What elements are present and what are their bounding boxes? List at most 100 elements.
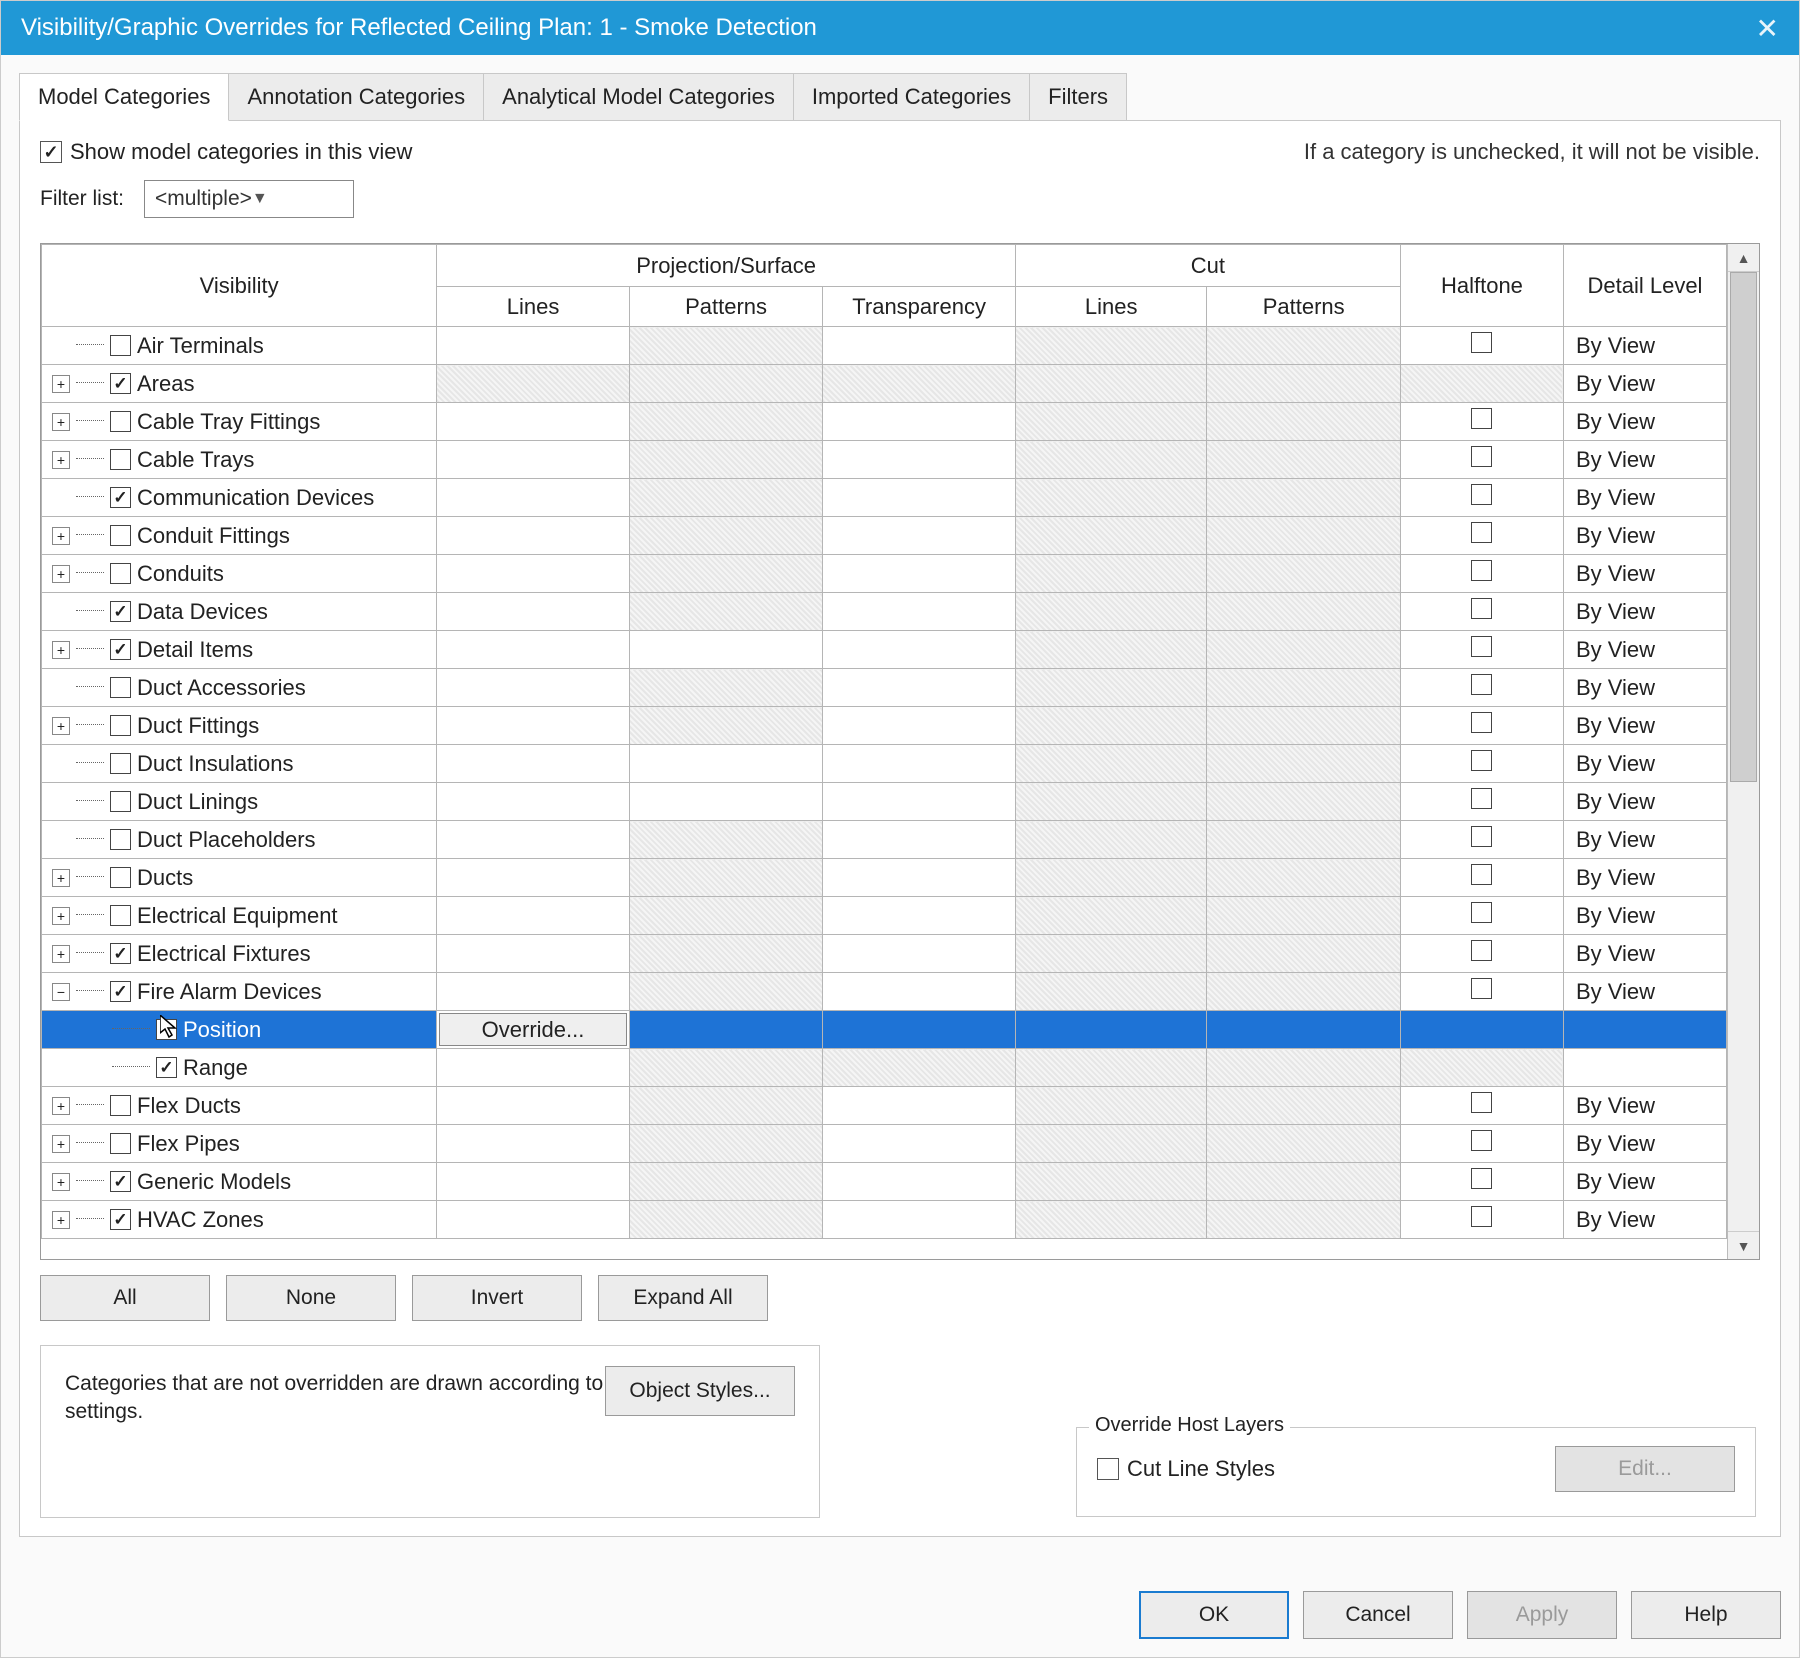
cell[interactable] xyxy=(1207,1125,1401,1163)
cell[interactable] xyxy=(437,327,630,365)
cell[interactable] xyxy=(1207,973,1401,1011)
cell[interactable]: By View xyxy=(1563,897,1726,935)
visibility-checkbox[interactable] xyxy=(110,563,131,584)
cell[interactable] xyxy=(1400,555,1563,593)
cell[interactable] xyxy=(1400,365,1563,403)
table-row[interactable]: Duct LiningsBy View xyxy=(42,783,1727,821)
cell[interactable] xyxy=(1400,669,1563,707)
halftone-checkbox[interactable] xyxy=(1471,750,1492,771)
cell[interactable]: By View xyxy=(1563,745,1726,783)
table-row[interactable]: Duct PlaceholdersBy View xyxy=(42,821,1727,859)
visibility-checkbox[interactable] xyxy=(110,791,131,812)
cell[interactable] xyxy=(1015,1201,1207,1239)
cell[interactable] xyxy=(1015,859,1207,897)
cell[interactable]: By View xyxy=(1563,669,1726,707)
cell[interactable] xyxy=(1207,1163,1401,1201)
header-proj-lines[interactable]: Lines xyxy=(437,287,630,327)
visibility-checkbox[interactable] xyxy=(110,411,131,432)
halftone-checkbox[interactable] xyxy=(1471,408,1492,429)
table-row[interactable]: +ConduitsBy View xyxy=(42,555,1727,593)
cell[interactable] xyxy=(1400,517,1563,555)
cell[interactable] xyxy=(1207,631,1401,669)
cell[interactable] xyxy=(1400,593,1563,631)
cell[interactable] xyxy=(823,593,1016,631)
expand-icon[interactable]: + xyxy=(52,1135,70,1153)
halftone-checkbox[interactable] xyxy=(1471,1130,1492,1151)
cell[interactable] xyxy=(823,1087,1016,1125)
table-row[interactable]: Data DevicesBy View xyxy=(42,593,1727,631)
cell[interactable] xyxy=(629,973,823,1011)
cell[interactable] xyxy=(1400,1011,1563,1049)
visibility-checkbox[interactable] xyxy=(110,715,131,736)
invert-button[interactable]: Invert xyxy=(412,1275,582,1321)
cell[interactable] xyxy=(629,631,823,669)
cell[interactable] xyxy=(1207,1201,1401,1239)
table-row[interactable]: +Detail ItemsBy View xyxy=(42,631,1727,669)
cell[interactable] xyxy=(437,859,630,897)
cell[interactable] xyxy=(437,745,630,783)
cell[interactable] xyxy=(437,631,630,669)
table-row[interactable]: Duct InsulationsBy View xyxy=(42,745,1727,783)
cell[interactable] xyxy=(1207,859,1401,897)
cell[interactable] xyxy=(629,1049,823,1087)
cell[interactable] xyxy=(629,859,823,897)
cell[interactable] xyxy=(1015,935,1207,973)
cell[interactable] xyxy=(629,1163,823,1201)
cell[interactable] xyxy=(629,1201,823,1239)
cell[interactable] xyxy=(1015,555,1207,593)
cell[interactable] xyxy=(1400,935,1563,973)
header-visibility[interactable]: Visibility xyxy=(42,245,437,327)
expand-icon[interactable]: + xyxy=(52,413,70,431)
cell[interactable]: By View xyxy=(1563,1163,1726,1201)
visibility-checkbox[interactable] xyxy=(110,677,131,698)
cell[interactable] xyxy=(1015,973,1207,1011)
table-row[interactable]: −Fire Alarm DevicesBy View xyxy=(42,973,1727,1011)
cell[interactable] xyxy=(629,897,823,935)
cell[interactable] xyxy=(1207,821,1401,859)
cell[interactable] xyxy=(629,1087,823,1125)
cell[interactable]: By View xyxy=(1563,821,1726,859)
table-row[interactable]: PositionOverride... xyxy=(42,1011,1727,1049)
cell[interactable]: Override... xyxy=(437,1011,630,1049)
table-row[interactable]: +Electrical EquipmentBy View xyxy=(42,897,1727,935)
cell[interactable] xyxy=(1015,821,1207,859)
cell[interactable]: By View xyxy=(1563,631,1726,669)
cell[interactable] xyxy=(823,555,1016,593)
cell[interactable] xyxy=(823,365,1016,403)
cell[interactable] xyxy=(437,1049,630,1087)
visibility-checkbox[interactable] xyxy=(156,1057,177,1078)
cut-line-styles-checkbox[interactable]: Cut Line Styles xyxy=(1097,1456,1275,1482)
expand-icon[interactable]: + xyxy=(52,375,70,393)
expand-icon[interactable]: + xyxy=(52,869,70,887)
expand-icon[interactable]: + xyxy=(52,717,70,735)
cell[interactable]: By View xyxy=(1563,593,1726,631)
cell[interactable] xyxy=(1015,441,1207,479)
filter-list-combo[interactable]: <multiple> ▼ xyxy=(144,180,354,218)
halftone-checkbox[interactable] xyxy=(1471,560,1492,581)
header-cut[interactable]: Cut xyxy=(1015,245,1400,287)
cell[interactable]: By View xyxy=(1563,1201,1726,1239)
scroll-thumb[interactable] xyxy=(1730,272,1757,782)
scroll-track[interactable] xyxy=(1728,272,1759,1231)
cell[interactable] xyxy=(1015,897,1207,935)
cell[interactable] xyxy=(629,517,823,555)
collapse-icon[interactable]: − xyxy=(52,983,70,1001)
cell[interactable] xyxy=(823,859,1016,897)
cell[interactable] xyxy=(1400,783,1563,821)
halftone-checkbox[interactable] xyxy=(1471,788,1492,809)
cell[interactable]: By View xyxy=(1563,783,1726,821)
halftone-checkbox[interactable] xyxy=(1471,598,1492,619)
cell[interactable] xyxy=(629,935,823,973)
cell[interactable]: By View xyxy=(1563,555,1726,593)
cell[interactable] xyxy=(437,365,630,403)
cell[interactable] xyxy=(1207,441,1401,479)
cell[interactable] xyxy=(1015,1011,1207,1049)
cell[interactable] xyxy=(1400,441,1563,479)
cell[interactable] xyxy=(823,441,1016,479)
cell[interactable] xyxy=(629,479,823,517)
cell[interactable] xyxy=(437,707,630,745)
cell[interactable] xyxy=(1207,555,1401,593)
cell[interactable] xyxy=(823,707,1016,745)
visibility-checkbox[interactable] xyxy=(110,601,131,622)
expand-all-button[interactable]: Expand All xyxy=(598,1275,768,1321)
